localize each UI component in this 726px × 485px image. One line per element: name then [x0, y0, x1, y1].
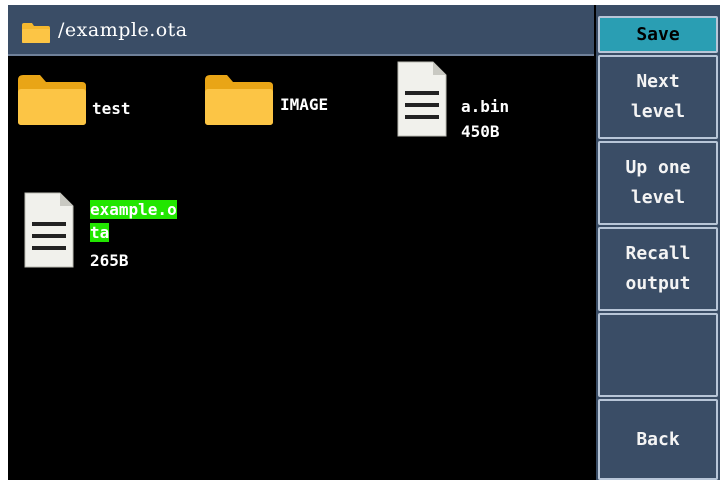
current-path: /example.ota: [58, 19, 188, 41]
document-icon: [24, 192, 74, 268]
folder-icon: [22, 23, 50, 43]
file-item-image[interactable]: IMAGE: [198, 56, 378, 146]
next-level-button[interactable]: Next level: [598, 55, 718, 139]
device-screen: /example.ota test IMAGE a.bin 450B examp…: [8, 5, 720, 480]
recall-output-button[interactable]: Recall output: [598, 227, 718, 311]
file-name-line1: example.o: [90, 200, 177, 219]
document-icon: [397, 61, 447, 137]
file-name: a.bin: [461, 97, 510, 116]
file-item-a-bin[interactable]: a.bin 450B: [393, 56, 573, 156]
up-one-level-button[interactable]: Up one level: [598, 141, 718, 225]
file-item-example-ota[interactable]: example.o ta 265B: [18, 186, 198, 306]
file-size: 265B: [90, 251, 129, 270]
file-browser: test IMAGE a.bin 450B example.o ta 265B: [8, 56, 594, 480]
empty-softkey[interactable]: [598, 313, 718, 397]
file-name-line2: ta: [90, 223, 110, 242]
path-header: /example.ota: [8, 5, 594, 56]
folder-icon: [18, 75, 86, 125]
folder-icon: [205, 75, 273, 125]
softkey-menu: Save Next level Up one level Recall outp…: [596, 5, 720, 480]
file-item-test[interactable]: test: [8, 56, 188, 146]
back-button[interactable]: Back: [598, 399, 718, 480]
save-button[interactable]: Save: [598, 16, 718, 53]
file-name: IMAGE: [280, 95, 329, 114]
file-name-selected: example.o ta: [90, 198, 177, 244]
file-name: test: [92, 99, 131, 118]
file-size: 450B: [461, 122, 500, 141]
